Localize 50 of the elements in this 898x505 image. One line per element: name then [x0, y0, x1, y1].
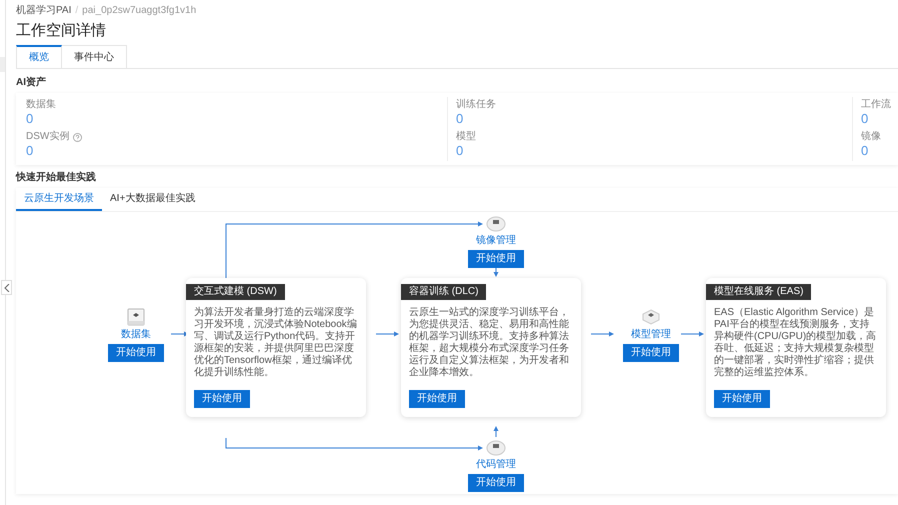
breadcrumb-separator: /: [75, 5, 78, 17]
card-title: 交互式建模 (DSW): [186, 284, 285, 300]
start-button[interactable]: 开始使用: [108, 344, 164, 362]
asset-label: DSW实例: [26, 131, 70, 143]
disc-icon: [486, 438, 506, 456]
node-label[interactable]: 代码管理: [476, 459, 516, 471]
cube-icon: [641, 308, 661, 326]
tab[interactable]: 概览: [16, 45, 62, 69]
connector-arrow: [494, 426, 498, 438]
breadcrumb-current: pai_0p2sw7uaggt3fg1v1h: [82, 5, 196, 17]
asset-label: 工作流: [861, 99, 891, 111]
node-label[interactable]: 数据集: [121, 329, 151, 341]
asset-count[interactable]: 0: [456, 111, 852, 127]
breadcrumb-link[interactable]: 机器学习PAI: [16, 5, 72, 17]
start-button[interactable]: 开始使用: [194, 390, 250, 408]
card-description: EAS（Elastic Algorithm Service）是PAI平台的模型在线预测服务，支持异构硬件(CPU/GPU)的模型加载，高吞吐、低延迟；支持大规模复杂模型的一键部署，实时弹性扩缩容；提供完整的运维监控体系。: [713, 307, 878, 379]
card-title: 容器训练 (DLC): [401, 284, 486, 300]
asset-count[interactable]: 0: [26, 111, 447, 127]
tab[interactable]: 事件中心: [62, 45, 127, 69]
collapse-handle[interactable]: [1, 280, 12, 295]
asset-label: 数据集: [26, 99, 56, 111]
start-button[interactable]: 开始使用: [468, 250, 524, 268]
section-title: AI资产: [16, 77, 47, 89]
connector-arrow: [680, 332, 704, 336]
help-icon[interactable]: [73, 132, 82, 142]
card-title: 模型在线服务 (EAS): [706, 284, 812, 300]
chevron-left-icon: [4, 284, 10, 292]
card-description: 云原生一站式的深度学习训练平台，为您提供灵活、稳定、易用和高性能的机器学习训练环境。支持多种算法框架，超大规模分布式深度学习任务运行及自定义算法框架，为开发者和企业降本增效。: [408, 307, 570, 379]
asset-count[interactable]: 0: [861, 111, 898, 127]
connector-arrow: [376, 332, 399, 336]
tab[interactable]: 云原生开发场景: [16, 188, 102, 211]
tab[interactable]: AI+大数据最佳实践: [102, 188, 204, 211]
section-title: 快速开始最佳实践: [16, 172, 97, 184]
asset-count[interactable]: 0: [861, 143, 898, 159]
node-label[interactable]: 镜像管理: [476, 235, 516, 247]
asset-label: 镜像: [861, 131, 881, 143]
start-button[interactable]: 开始使用: [409, 390, 465, 408]
dataset-box-icon: [127, 308, 145, 326]
connector-arrow: [590, 332, 614, 336]
asset-label: 模型: [456, 131, 476, 143]
start-button[interactable]: 开始使用: [468, 474, 524, 492]
start-button[interactable]: 开始使用: [623, 344, 679, 362]
start-button[interactable]: 开始使用: [714, 390, 770, 408]
asset-count[interactable]: 0: [26, 143, 447, 159]
disc-icon: [486, 214, 506, 232]
page-title: 工作空间详情: [16, 22, 107, 40]
node-label[interactable]: 模型管理: [631, 329, 671, 341]
asset-label: 训练任务: [456, 99, 496, 111]
card-description: 为算法开发者量身打造的云端深度学习开发环境，沉浸式体验Notebook编写、调试及运行Python代码。支持开源框架的安装，并提供阿里巴巴深度优化的Tensorflow框架，通过编译优化提升训练性能。: [193, 307, 358, 379]
asset-count[interactable]: 0: [456, 143, 852, 159]
